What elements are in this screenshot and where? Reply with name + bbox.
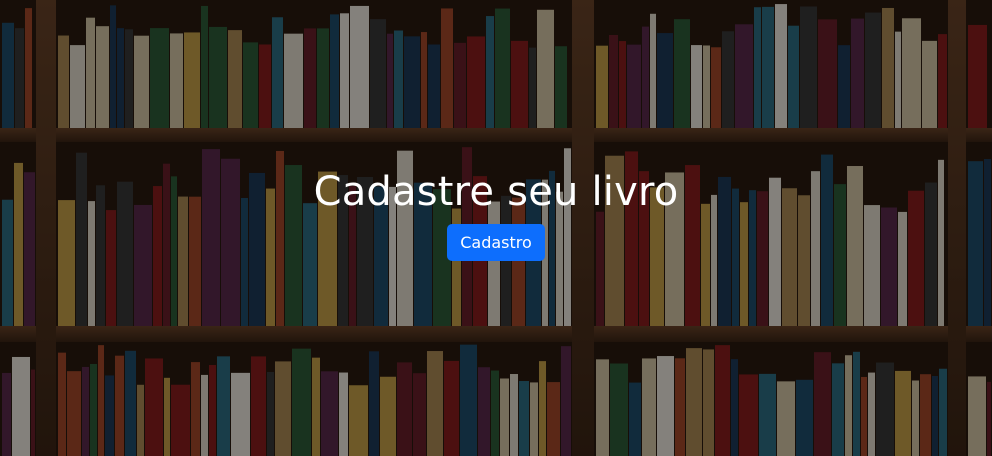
hero-content: Cadastre seu livro Cadastro [0, 166, 992, 261]
page-title: Cadastre seu livro [313, 169, 679, 215]
cadastro-button[interactable]: Cadastro [447, 224, 545, 261]
hero-section: Cadastre seu livro Cadastro [0, 0, 992, 456]
